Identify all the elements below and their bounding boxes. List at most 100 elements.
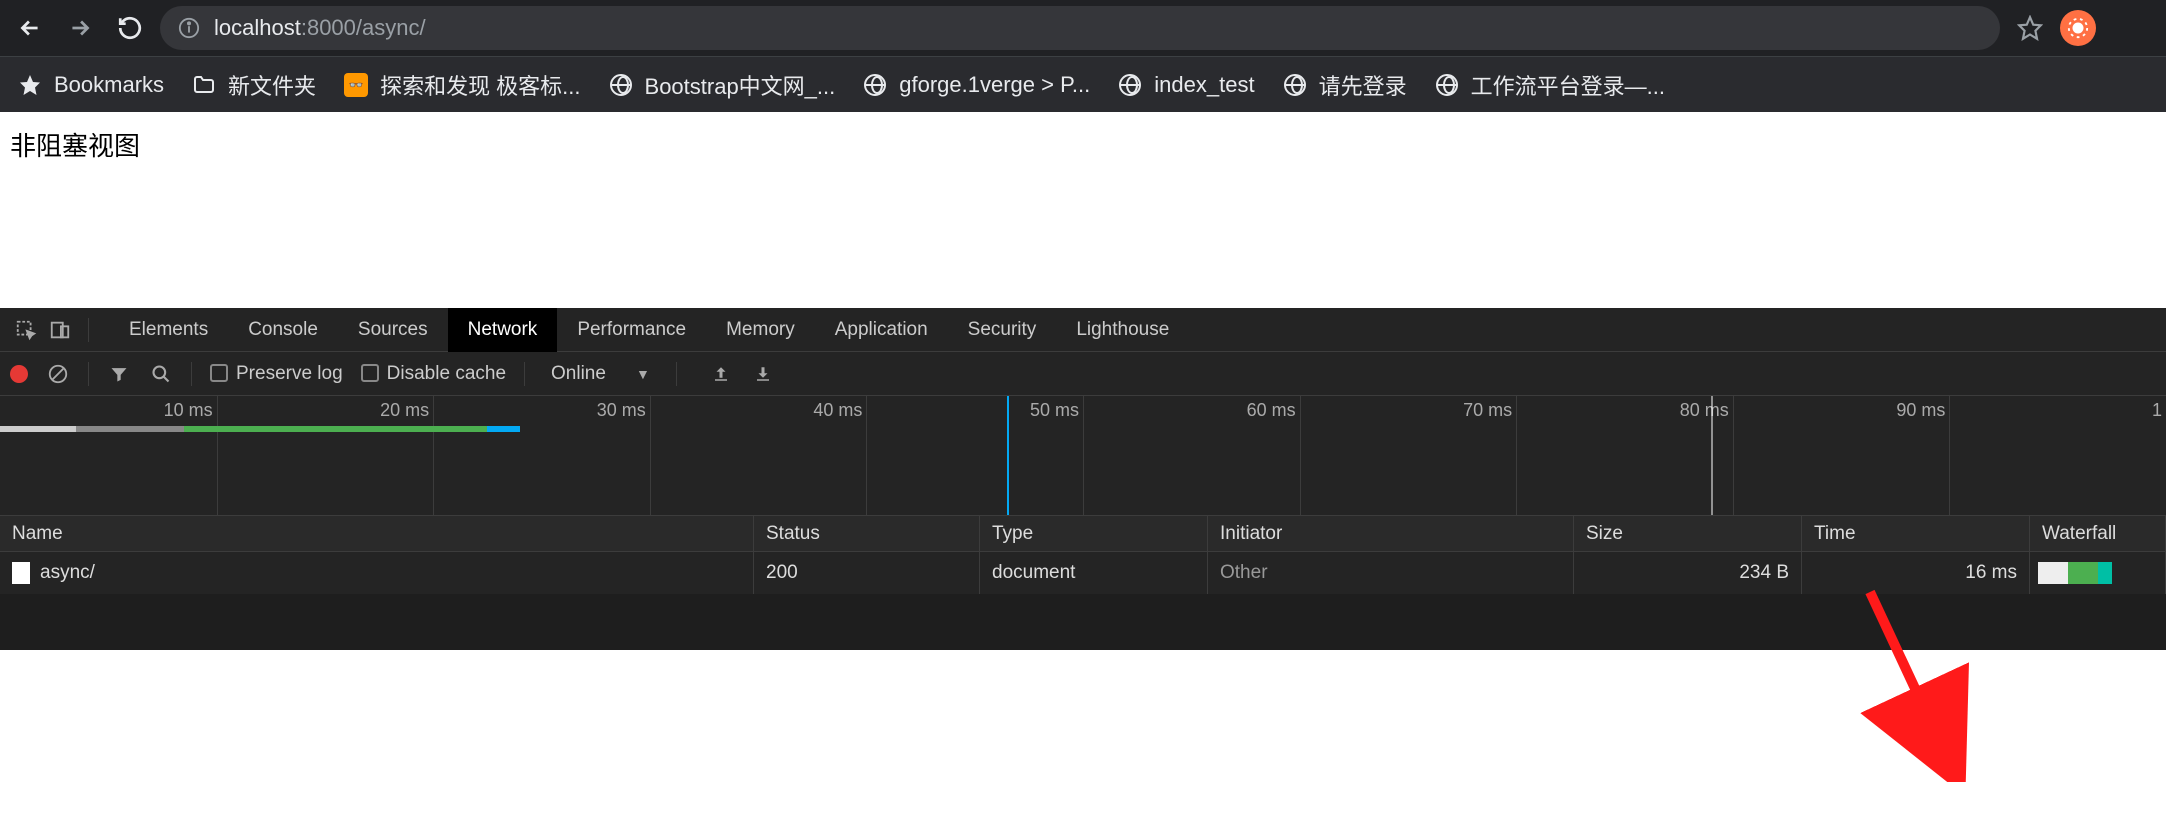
device-toggle-icon[interactable]	[48, 318, 72, 342]
network-table-header: Name Status Type Initiator Size Time Wat…	[0, 516, 2166, 552]
bookmark-label: 探索和发现 极客标...	[380, 69, 580, 101]
request-name: async/	[40, 562, 95, 584]
bookmark-item[interactable]: 工作流平台登录—...	[1435, 69, 1665, 101]
domcontentloaded-marker	[1007, 396, 1009, 515]
bookmark-item[interactable]: gforge.1verge > P...	[863, 72, 1090, 98]
request-size: 234 B	[1739, 562, 1789, 584]
page-content: 非阻塞视图	[0, 112, 2166, 308]
url-host: localhost	[214, 15, 301, 40]
network-toolbar: Preserve log Disable cache Online ▼	[0, 352, 2166, 396]
tab-network[interactable]: Network	[448, 308, 558, 352]
bookmarks-label: Bookmarks	[54, 72, 164, 98]
bookmark-label: Bootstrap中文网_...	[645, 69, 836, 101]
url-path: /async/	[356, 15, 426, 40]
bookmarks-menu[interactable]: Bookmarks	[18, 72, 164, 98]
tab-elements[interactable]: Elements	[109, 308, 228, 352]
address-bar-row: localhost:8000/async/	[0, 0, 2166, 56]
back-button[interactable]	[10, 8, 50, 48]
download-har-icon[interactable]	[751, 362, 775, 386]
col-size[interactable]: Size	[1574, 516, 1802, 551]
tick-label: 30 ms	[597, 400, 650, 421]
divider	[524, 362, 525, 386]
tick-label: 90 ms	[1896, 400, 1949, 421]
bookmark-item[interactable]: 新文件夹	[192, 69, 316, 101]
url-text: localhost:8000/async/	[214, 15, 426, 41]
upload-har-icon[interactable]	[709, 362, 733, 386]
globe-icon	[1435, 73, 1459, 97]
url-port: :8000	[301, 15, 356, 40]
folder-icon	[192, 73, 216, 97]
bookmark-label: gforge.1verge > P...	[899, 72, 1090, 98]
bookmarks-bar: Bookmarks 新文件夹 👓 探索和发现 极客标... Bootstrap中…	[0, 56, 2166, 112]
col-waterfall[interactable]: Waterfall	[2030, 516, 2166, 551]
site-info-icon[interactable]	[178, 17, 200, 39]
col-status[interactable]: Status	[754, 516, 980, 551]
overview-bar	[184, 426, 487, 432]
bookmark-item[interactable]: index_test	[1118, 72, 1254, 98]
bookmark-label: 工作流平台登录—...	[1471, 69, 1665, 101]
globe-icon	[1118, 73, 1142, 97]
tab-security[interactable]: Security	[948, 308, 1057, 352]
bookmark-label: 请先登录	[1319, 69, 1407, 101]
col-initiator[interactable]: Initiator	[1208, 516, 1574, 551]
tab-console[interactable]: Console	[228, 308, 338, 352]
forward-button[interactable]	[60, 8, 100, 48]
request-initiator: Other	[1220, 562, 1268, 584]
browser-chrome: localhost:8000/async/ Bookmarks 新文件夹 👓 探…	[0, 0, 2166, 112]
divider	[676, 362, 677, 386]
request-time: 16 ms	[1965, 562, 2017, 584]
tab-lighthouse[interactable]: Lighthouse	[1056, 308, 1189, 352]
profile-avatar[interactable]	[2060, 10, 2096, 46]
tick-label: 70 ms	[1463, 400, 1516, 421]
tick-label: 10 ms	[164, 400, 217, 421]
divider	[191, 362, 192, 386]
bookmark-item[interactable]: Bootstrap中文网_...	[609, 69, 836, 101]
waterfall-cell	[2030, 552, 2166, 594]
overview-bar	[0, 426, 76, 432]
record-button[interactable]	[10, 365, 28, 383]
site-favicon: 👓	[344, 73, 368, 97]
globe-icon	[863, 73, 887, 97]
bookmark-item[interactable]: 👓 探索和发现 极客标...	[344, 69, 580, 101]
reload-button[interactable]	[110, 8, 150, 48]
inspect-element-icon[interactable]	[14, 318, 38, 342]
tick-label: 40 ms	[813, 400, 866, 421]
omnibox[interactable]: localhost:8000/async/	[160, 6, 2000, 50]
tick-label: 50 ms	[1030, 400, 1083, 421]
tab-sources[interactable]: Sources	[338, 308, 448, 352]
col-type[interactable]: Type	[980, 516, 1208, 551]
request-status: 200	[766, 562, 798, 584]
search-icon[interactable]	[149, 362, 173, 386]
tick-label: 20 ms	[380, 400, 433, 421]
overview-bar	[76, 426, 184, 432]
overview-bar	[487, 426, 519, 432]
chevron-down-icon: ▼	[636, 366, 650, 382]
divider	[88, 318, 89, 342]
devtools-tab-bar: Elements Console Sources Network Perform…	[0, 308, 2166, 352]
tick-label: 1	[2152, 400, 2166, 421]
tab-performance[interactable]: Performance	[557, 308, 706, 352]
bookmark-item[interactable]: 请先登录	[1283, 69, 1407, 101]
load-marker	[1711, 396, 1713, 515]
document-icon	[12, 562, 30, 584]
tab-memory[interactable]: Memory	[706, 308, 815, 352]
bookmark-label: 新文件夹	[228, 69, 316, 101]
network-row[interactable]: async/ 200 document Other 234 B 16 ms	[0, 552, 2166, 594]
filter-icon[interactable]	[107, 362, 131, 386]
preserve-log-checkbox[interactable]: Preserve log	[210, 363, 343, 385]
tick-label: 80 ms	[1680, 400, 1733, 421]
disable-cache-checkbox[interactable]: Disable cache	[361, 363, 506, 385]
tab-application[interactable]: Application	[815, 308, 948, 352]
col-name[interactable]: Name	[0, 516, 754, 551]
throttling-select[interactable]: Online ▼	[543, 363, 658, 385]
page-heading: 非阻塞视图	[10, 126, 2156, 163]
clear-icon[interactable]	[46, 362, 70, 386]
empty-row-area	[0, 594, 2166, 650]
network-timeline[interactable]: 10 ms 20 ms 30 ms 40 ms 50 ms 60 ms 70 m…	[0, 396, 2166, 516]
bookmark-star-icon[interactable]	[2010, 15, 2050, 41]
request-type: document	[992, 562, 1075, 584]
devtools-panel: Elements Console Sources Network Perform…	[0, 308, 2166, 650]
star-filled-icon	[18, 73, 42, 97]
col-time[interactable]: Time	[1802, 516, 2030, 551]
globe-icon	[1283, 73, 1307, 97]
